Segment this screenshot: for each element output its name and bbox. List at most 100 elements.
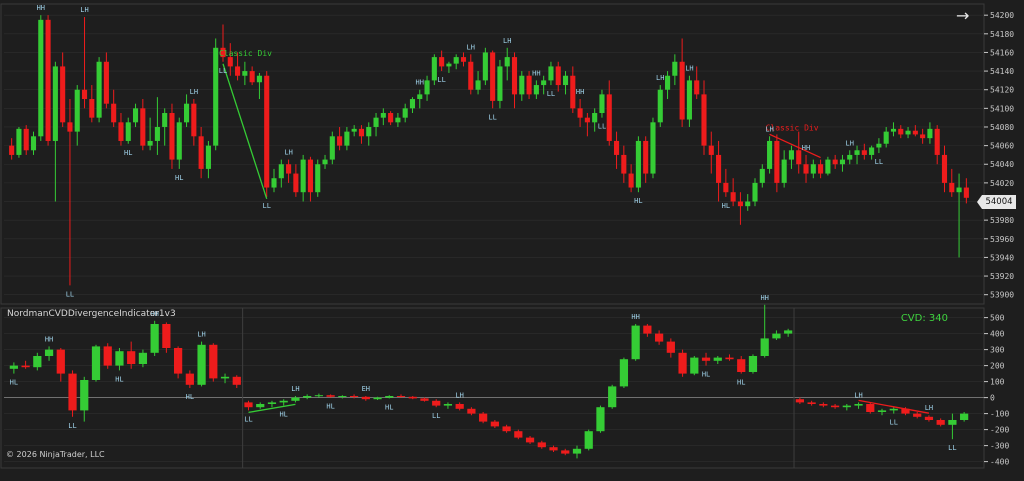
candle-body <box>235 66 241 76</box>
candle-body <box>132 108 139 123</box>
y-tick-label: 54140 <box>990 67 1014 76</box>
candle-body <box>934 128 940 155</box>
candle-body <box>176 122 182 160</box>
candle-body <box>349 396 359 397</box>
candle-body <box>337 136 343 146</box>
candle-body <box>420 398 429 401</box>
swing-label: HL <box>186 393 194 401</box>
candle-body <box>725 357 734 360</box>
candle-body <box>74 89 80 132</box>
swing-label: LL <box>948 444 956 452</box>
candle-body <box>303 396 312 398</box>
candle-body <box>621 154 627 174</box>
candle-body <box>169 113 175 160</box>
candle-body <box>286 164 292 174</box>
y-tick-label: -200 <box>990 426 1009 435</box>
candle-body <box>467 408 476 414</box>
y-tick-label: 53900 <box>990 291 1014 300</box>
candle-body <box>68 373 77 411</box>
candle-body <box>596 407 605 432</box>
candle-body <box>657 89 663 123</box>
candle-body <box>44 349 54 356</box>
swing-label: HH <box>760 294 768 302</box>
candle-body <box>948 420 957 425</box>
candle-body <box>249 71 255 83</box>
candle-body <box>9 145 15 155</box>
candle-body <box>730 192 736 202</box>
candle-body <box>366 126 372 137</box>
candle-body <box>562 75 569 86</box>
candle-body <box>716 154 722 183</box>
candle-body <box>373 117 379 127</box>
swing-label: LH <box>80 6 88 14</box>
swing-label: HL <box>175 174 183 182</box>
candle-body <box>842 405 851 408</box>
candle-body <box>373 397 382 400</box>
swing-label: LL <box>66 290 74 298</box>
candle-body <box>162 324 171 348</box>
candle-body <box>147 140 153 146</box>
candle-body <box>854 150 860 155</box>
candle-body <box>643 325 652 334</box>
candle-body <box>803 164 809 174</box>
candle-body <box>708 145 714 155</box>
candle-body <box>185 373 194 385</box>
swing-label: LL <box>263 202 271 210</box>
candle-body <box>665 75 671 90</box>
y-tick-label: 54100 <box>990 104 1014 113</box>
swing-label: HH <box>45 335 53 343</box>
candle-body <box>737 359 746 372</box>
candle-body <box>264 75 270 188</box>
y-tick-label: 500 <box>990 314 1005 323</box>
candle-body <box>118 122 124 141</box>
candle-body <box>154 126 160 141</box>
candle-body <box>748 356 758 372</box>
candle-body <box>460 57 467 62</box>
candle-body <box>672 61 678 76</box>
candle-body <box>561 450 570 454</box>
candle-body <box>150 324 159 353</box>
swing-label: HH <box>576 88 584 96</box>
candle-body <box>56 349 65 374</box>
chart-canvas[interactable]: 54200 54180 54160 54140 54120 54100 54080 54060… <box>0 0 1024 477</box>
candle-body <box>358 128 365 137</box>
swing-label: LH <box>685 65 693 73</box>
swing-label: LL <box>68 422 76 430</box>
candle-body <box>525 437 535 443</box>
candle-body <box>889 408 898 411</box>
candle-body <box>818 164 824 174</box>
y-tick-label: 53940 <box>990 253 1014 262</box>
candle-body <box>21 365 30 368</box>
candle-body <box>767 140 773 169</box>
candle-body <box>830 405 840 408</box>
swing-label: LH <box>284 149 292 157</box>
swing-label: LL <box>488 113 496 121</box>
candle-body <box>854 404 863 406</box>
candle-body <box>760 338 769 356</box>
y-tick-label: 300 <box>990 346 1005 355</box>
candle-body <box>45 19 51 141</box>
candle-body <box>570 75 576 109</box>
swing-label: LH <box>455 391 463 399</box>
candle-body <box>197 344 206 385</box>
candle-body <box>876 143 882 148</box>
candle-body <box>30 136 37 151</box>
swing-label: HL <box>279 411 287 419</box>
candle-body <box>256 404 265 408</box>
swing-label: LL <box>598 123 606 131</box>
candle-body <box>619 359 629 387</box>
candle-body <box>541 80 547 86</box>
candle-body <box>81 89 88 100</box>
candle-body <box>111 103 117 123</box>
candle-body <box>686 80 692 120</box>
candle-body <box>861 150 867 155</box>
swing-label: HL <box>737 379 745 387</box>
candle-body <box>913 413 922 417</box>
candle-body <box>279 400 288 403</box>
candle-body <box>941 154 948 183</box>
scroll-right-arrow-icon[interactable]: → <box>956 8 969 24</box>
swing-label: HL <box>385 403 393 411</box>
candle-body <box>227 57 233 67</box>
candle-body <box>877 410 887 412</box>
swing-label: LH <box>854 391 862 399</box>
